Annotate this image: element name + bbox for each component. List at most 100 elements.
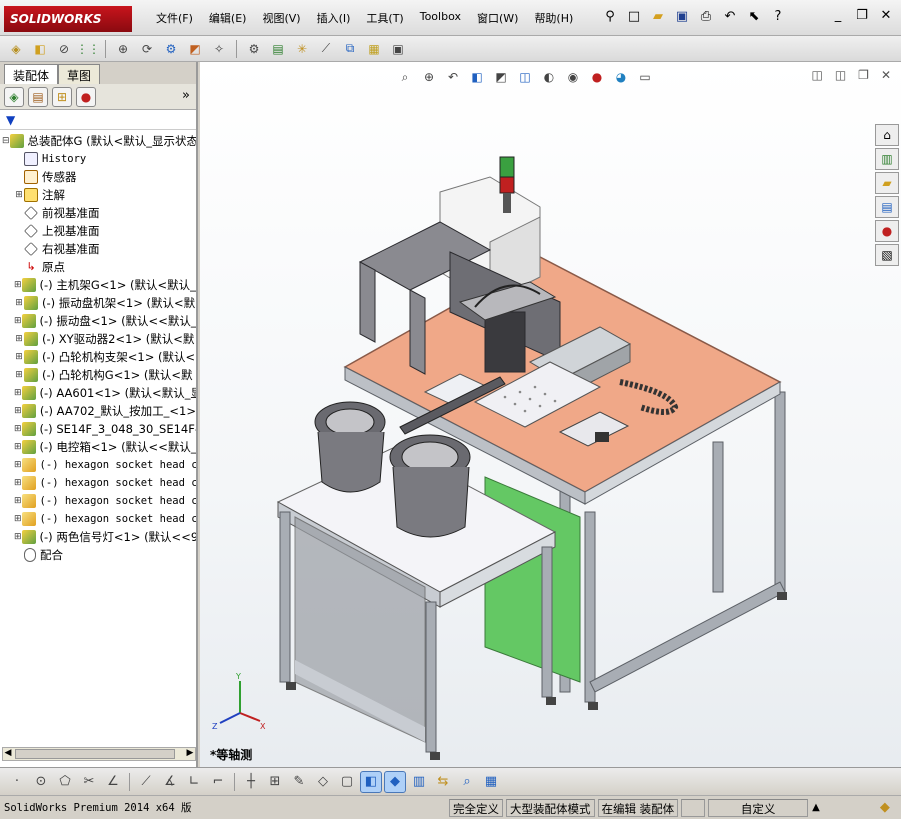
close-icon[interactable]: ✕ (877, 8, 895, 24)
menu-insert[interactable]: 插入(I) (309, 10, 359, 26)
expand-icon[interactable]: ⊞ (14, 460, 22, 470)
tree-item[interactable]: ⊞ (-) AA702_默认_按加工_<1> (0, 402, 196, 420)
instant3d-icon[interactable]: ▣ (388, 39, 408, 59)
tab-assembly[interactable]: 装配体 (4, 64, 59, 84)
expand-icon[interactable]: ⊞ (14, 190, 24, 200)
file-explorer-icon[interactable]: ▰ (875, 172, 899, 194)
expand-icon[interactable]: ⊞ (14, 316, 22, 326)
expand-icon[interactable]: ⊞ (14, 280, 22, 290)
expand-icon[interactable]: ⊞ (14, 298, 24, 308)
rotate-component-icon[interactable]: ⟳ (137, 39, 157, 59)
tree-item[interactable]: ⊞ (-) hexagon socket head c (0, 474, 196, 492)
help-icon[interactable]: ? (768, 8, 788, 26)
expand-icon[interactable]: ⊞ (14, 370, 24, 380)
scroll-right-icon[interactable]: ▶ (185, 748, 195, 758)
minimize-icon[interactable]: _ (829, 8, 847, 24)
undo-icon[interactable]: ↶ (720, 8, 740, 26)
menu-view[interactable]: 视图(V) (254, 10, 308, 26)
view-palette-icon[interactable]: ▤ (875, 196, 899, 218)
tree-item[interactable]: ⊞ (-) 凸轮机构G<1> (默认<默 (0, 366, 196, 384)
new-part-icon[interactable]: ◧ (30, 39, 50, 59)
scroll-left-icon[interactable]: ◀ (3, 748, 13, 758)
tree-item[interactable]: ⊞ (-) 振动盘<1> (默认<<默认_ (0, 312, 196, 330)
expand-icon[interactable]: ⊞ (14, 496, 22, 506)
grid-icon[interactable]: ⊞ (264, 771, 286, 793)
bill-of-materials-icon[interactable]: ▤ (268, 39, 288, 59)
expand-icon[interactable]: ⊞ (14, 406, 22, 416)
rebuild-icon[interactable]: ◆ (880, 800, 890, 815)
configuration-manager-icon[interactable]: ⊞ (52, 86, 72, 107)
assembly-feature-icon[interactable]: ◩ (185, 39, 205, 59)
tree-item[interactable]: ⊞ (-) 凸轮机构支架<1> (默认< (0, 348, 196, 366)
tree-item[interactable]: 上视基准面 (0, 222, 196, 240)
expand-icon[interactable]: ⊞ (14, 442, 22, 452)
polygon-icon[interactable]: ⬠ (54, 771, 76, 793)
table-icon[interactable]: ▦ (480, 771, 502, 793)
menu-window[interactable]: 窗口(W) (469, 10, 526, 26)
menu-toolbox[interactable]: Toolbox (412, 10, 469, 26)
draw-icon[interactable]: ✎ (288, 771, 310, 793)
expand-icon[interactable]: ⊞ (14, 532, 22, 542)
custom-properties-icon[interactable]: ▧ (875, 244, 899, 266)
expand-icon[interactable]: ⊞ (14, 514, 22, 524)
smart-fasteners-icon[interactable]: ⚙ (161, 39, 181, 59)
expand-icon[interactable]: ⊞ (14, 352, 24, 362)
property-manager-icon[interactable]: ▤ (28, 86, 48, 107)
tree-item[interactable]: 传感器 (0, 168, 196, 186)
circle-icon[interactable]: ⊙ (30, 771, 52, 793)
isometric-cube-icon[interactable]: ◇ (312, 771, 334, 793)
line-icon[interactable]: ∠ (102, 771, 124, 793)
point-icon[interactable]: · (6, 771, 28, 793)
tree-item[interactable]: 右视基准面 (0, 240, 196, 258)
camera-icon[interactable]: ⌕ (456, 771, 478, 793)
tree-item[interactable]: History (0, 150, 196, 168)
tree-item[interactable]: 配合 (0, 546, 196, 564)
menu-tools[interactable]: 工具(T) (358, 10, 411, 26)
draft-analysis-icon[interactable]: ⟋ (135, 771, 157, 793)
corner-icon[interactable]: ⌐ (207, 771, 229, 793)
menu-help[interactable]: 帮助(H) (526, 10, 581, 26)
expand-icon[interactable]: ⊞ (14, 334, 24, 344)
tree-item[interactable]: ⊟ 总装配体G (默认<默认_显示状态 (0, 132, 196, 150)
expand-icon[interactable]: ⊞ (14, 388, 22, 398)
filter-icon[interactable]: ▼ (6, 113, 15, 127)
print-icon[interactable]: ⎙ (696, 8, 716, 26)
assembly-model[interactable] (200, 62, 901, 767)
scroll-thumb[interactable] (15, 749, 175, 759)
new-motion-study-icon[interactable]: ⚙ (244, 39, 264, 59)
tree-item[interactable]: ⊞ (-) SE14F_3_048_30_SE14F-3 (0, 420, 196, 438)
units-dropdown-icon[interactable]: ▲ (812, 802, 820, 813)
trim-icon[interactable]: ✂ (78, 771, 100, 793)
new-document-icon[interactable]: □ (624, 8, 644, 26)
undercut-icon[interactable]: ∡ (159, 771, 181, 793)
tree-item[interactable]: ⊞ (-) hexagon socket head c (0, 456, 196, 474)
shaded-icon[interactable]: ◆ (384, 770, 406, 793)
expand-icon[interactable]: ⊟ (2, 136, 10, 146)
clearance-verification-icon[interactable]: ▦ (364, 39, 384, 59)
tree-item[interactable]: ↳ 原点 (0, 258, 196, 276)
select-icon[interactable]: ⬉ (744, 8, 764, 26)
tree-item[interactable]: ⊞ (-) 电控箱<1> (默认<<默认_ (0, 438, 196, 456)
tree-item[interactable]: 前视基准面 (0, 204, 196, 222)
home-icon[interactable]: ⌂ (875, 124, 899, 146)
tree-item[interactable]: ⊞ (-) AA601<1> (默认<默认_显 (0, 384, 196, 402)
shaded-with-edges-icon[interactable]: ◧ (360, 770, 382, 793)
pin-icon[interactable]: ⚲ (600, 8, 620, 26)
explode-line-sketch-icon[interactable]: ⟋ (316, 39, 336, 59)
solidworks-logo[interactable]: SOLIDWORKS (4, 6, 132, 32)
linear-pattern-icon[interactable]: ⋮⋮ (76, 39, 100, 59)
expand-icon[interactable]: ⊞ (14, 478, 22, 488)
filter-bar[interactable]: ▼ (0, 110, 196, 130)
tree-item[interactable]: ⊞ (-) 振动盘机架<1> (默认<默 (0, 294, 196, 312)
tree-item[interactable]: ⊞ (-) 主机架G<1> (默认<默认_显 (0, 276, 196, 294)
chevron-right-icon[interactable]: » (182, 88, 190, 103)
tree-item[interactable]: ⊞ 注解 (0, 186, 196, 204)
tree-item[interactable]: ⊞ (-) XY驱动器2<1> (默认<默 (0, 330, 196, 348)
tree-item[interactable]: ⊞ (-) hexagon socket head c (0, 510, 196, 528)
menu-edit[interactable]: 编辑(E) (201, 10, 255, 26)
restore-icon[interactable]: ❐ (853, 8, 871, 24)
save-icon[interactable]: ▣ (672, 8, 692, 26)
tree-item[interactable]: ⊞ (-) hexagon socket head c (0, 492, 196, 510)
measure-icon[interactable]: ┼ (240, 771, 262, 793)
interference-detection-icon[interactable]: ⧉ (340, 39, 360, 59)
